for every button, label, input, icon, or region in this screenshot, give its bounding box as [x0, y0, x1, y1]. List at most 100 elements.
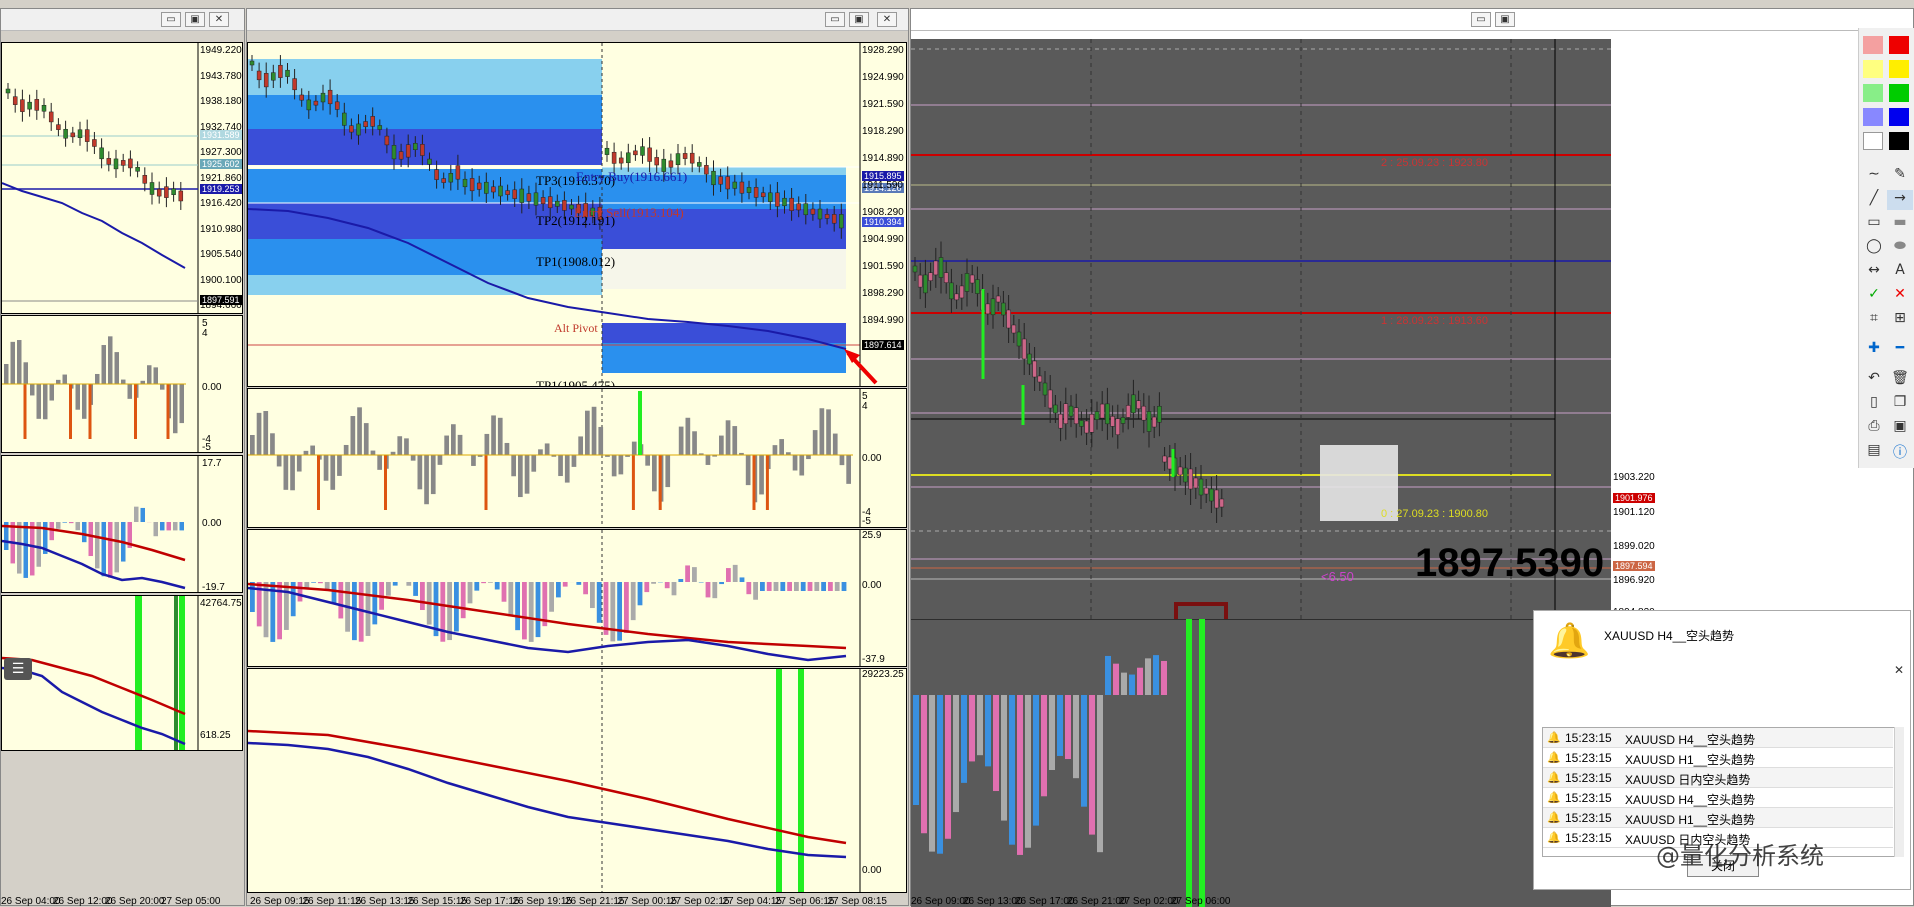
- save-icon[interactable]: ▣: [1887, 418, 1913, 438]
- price-panel[interactable]: 1949.2201943.7801938.1801932.7401927.300…: [1, 42, 243, 314]
- minimize-button[interactable]: ▭: [161, 12, 181, 27]
- alert-row[interactable]: 🔔15:23:15XAUUSD H4__空头趋势: [1543, 788, 1893, 808]
- signal-bar: [766, 455, 769, 510]
- hist-bar: [793, 455, 798, 471]
- candle: [1053, 405, 1057, 413]
- hist-bar: [4, 364, 9, 384]
- color-swatch[interactable]: [1889, 60, 1909, 78]
- double-arrow-tool-icon[interactable]: ↔: [1861, 262, 1887, 282]
- macd-bar: [440, 582, 445, 642]
- color-swatch[interactable]: [1863, 108, 1883, 126]
- alert-time: 15:23:15: [1565, 791, 1612, 805]
- chart-window-left[interactable]: ▭ ▣ ✕ 1949.2201943.7801938.1801932.74019…: [0, 8, 245, 906]
- hist-bar: [344, 445, 349, 455]
- macd: [248, 530, 907, 667]
- minimize-button[interactable]: ▭: [1471, 12, 1491, 27]
- minus-tool-icon[interactable]: ━: [1887, 340, 1913, 360]
- candle: [541, 197, 545, 203]
- cross-tool-icon[interactable]: ✕: [1887, 286, 1913, 306]
- maximize-button[interactable]: ▣: [185, 12, 205, 27]
- new-file-icon[interactable]: ▯: [1861, 394, 1887, 414]
- price-panel[interactable]: TP3(1916.370) Entry Buy(1916.661) TP2(19…: [247, 42, 907, 387]
- time-label: 26 Sep 09:00: [911, 896, 971, 907]
- color-swatch[interactable]: [1889, 132, 1909, 150]
- hist-bar: [357, 407, 362, 455]
- maximize-button[interactable]: ▣: [849, 12, 869, 27]
- curve-tool-icon[interactable]: ∼: [1861, 166, 1887, 186]
- indicator-panel-3[interactable]: 29223.25 0.00: [247, 668, 907, 893]
- time-label: 26 Sep 20:00: [105, 896, 165, 907]
- line-tool-icon[interactable]: ╱: [1861, 190, 1887, 210]
- indicator-panel-1[interactable]: 5 4 0.00 -4 -5: [247, 388, 907, 528]
- candle: [775, 193, 779, 207]
- crop-tool-icon[interactable]: ⌗: [1861, 310, 1887, 330]
- indicator-panel[interactable]: [911, 619, 1611, 907]
- alert-row[interactable]: 🔔15:23:15XAUUSD H1__空头趋势: [1543, 808, 1893, 828]
- indicator-panel-2[interactable]: 25.9 0.00 -37.9: [247, 529, 907, 667]
- ellipse-tool-icon[interactable]: ◯: [1861, 238, 1887, 258]
- alert-row[interactable]: 🔔15:23:15XAUUSD H4__空头趋势: [1543, 728, 1893, 748]
- candle: [1069, 406, 1073, 416]
- copy-icon[interactable]: ❐: [1887, 394, 1913, 414]
- arrow-tool-icon[interactable]: →: [1887, 190, 1913, 210]
- macd-bar: [69, 522, 74, 523]
- screen-icon[interactable]: ▤: [1861, 442, 1887, 462]
- hist-bar: [840, 455, 845, 465]
- candle: [605, 148, 609, 154]
- alert-row[interactable]: 🔔15:23:15XAUUSD H1__空头趋势: [1543, 748, 1893, 768]
- color-swatch[interactable]: [1863, 84, 1883, 102]
- window-titlebar[interactable]: ▭ ▣ ✕: [1, 9, 244, 31]
- candle: [825, 214, 829, 218]
- price-panel[interactable]: 2 : 25.09.23 : 1923.80 1 : 28.09.23 : 19…: [911, 39, 1611, 619]
- axis-label: 0.00: [862, 865, 881, 876]
- chart-label: TP1(1908.012): [536, 254, 615, 270]
- close-x-icon[interactable]: ✕: [1894, 663, 1904, 677]
- candle: [371, 116, 375, 126]
- check-tool-icon[interactable]: ✓: [1861, 286, 1887, 306]
- color-swatch[interactable]: [1863, 60, 1883, 78]
- text-tool-icon[interactable]: A: [1887, 262, 1913, 282]
- close-button[interactable]: ✕: [877, 12, 897, 27]
- alert-message: XAUUSD H4__空头趋势: [1625, 731, 1755, 748]
- color-swatch[interactable]: [1889, 84, 1909, 102]
- undo-icon[interactable]: ↶: [1861, 370, 1887, 390]
- color-swatch-grid[interactable]: [1863, 36, 1913, 156]
- hist-bar: [779, 439, 784, 455]
- pen-tool-icon[interactable]: ✎: [1887, 166, 1913, 186]
- color-swatch[interactable]: [1889, 36, 1909, 54]
- minimize-button[interactable]: ▭: [825, 12, 845, 27]
- signal-bar: [317, 455, 320, 510]
- color-swatch[interactable]: [1863, 36, 1883, 54]
- indicator-panel-1[interactable]: 5 4 0.00 -4 -5: [1, 315, 243, 453]
- window-titlebar[interactable]: ▭ ▣ ✕: [247, 9, 908, 31]
- hist-bar: [173, 384, 178, 433]
- color-swatch[interactable]: [1889, 108, 1909, 126]
- rectangle-tool-icon[interactable]: ▭: [1861, 214, 1887, 234]
- indicator-panel-3[interactable]: 42764.75 618.25 ☰: [1, 595, 243, 751]
- delete-icon[interactable]: 🗑: [1887, 370, 1913, 390]
- close-button[interactable]: ✕: [209, 12, 229, 27]
- hist-bar: [598, 427, 603, 455]
- color-swatch[interactable]: [1863, 132, 1883, 150]
- hist-bar: [263, 411, 268, 455]
- indicator-panel-2[interactable]: 17.7 0.00 -19.7: [1, 455, 243, 593]
- print-icon[interactable]: ⎙: [1861, 418, 1887, 438]
- plus-tool-icon[interactable]: ✚: [1861, 340, 1887, 360]
- scrollbar[interactable]: [1894, 727, 1904, 857]
- hist-bar: [799, 455, 804, 475]
- menu-icon[interactable]: ☰: [4, 658, 32, 680]
- chart-window-middle[interactable]: ▭ ▣ ✕ TP3(1916.370) Entry Buy(1916.661) …: [246, 8, 909, 906]
- zoom-tool-icon[interactable]: ⊞: [1887, 310, 1913, 330]
- info-icon[interactable]: ⓘ: [1887, 442, 1913, 462]
- hist-bar: [458, 435, 463, 455]
- hist-bar: [17, 340, 22, 384]
- candle: [797, 204, 801, 210]
- candle: [648, 148, 652, 162]
- alert-row[interactable]: 🔔15:23:15XAUUSD 日内空头趋势: [1543, 768, 1893, 788]
- window-titlebar[interactable]: ▭ ▣: [911, 9, 1913, 31]
- maximize-button[interactable]: ▣: [1495, 12, 1515, 27]
- time-label: 26 Sep 11:15: [303, 896, 362, 907]
- filled-rectangle-tool-icon[interactable]: ▬: [1887, 214, 1913, 234]
- macd-bar: [733, 565, 738, 582]
- filled-ellipse-tool-icon[interactable]: ⬬: [1887, 238, 1913, 258]
